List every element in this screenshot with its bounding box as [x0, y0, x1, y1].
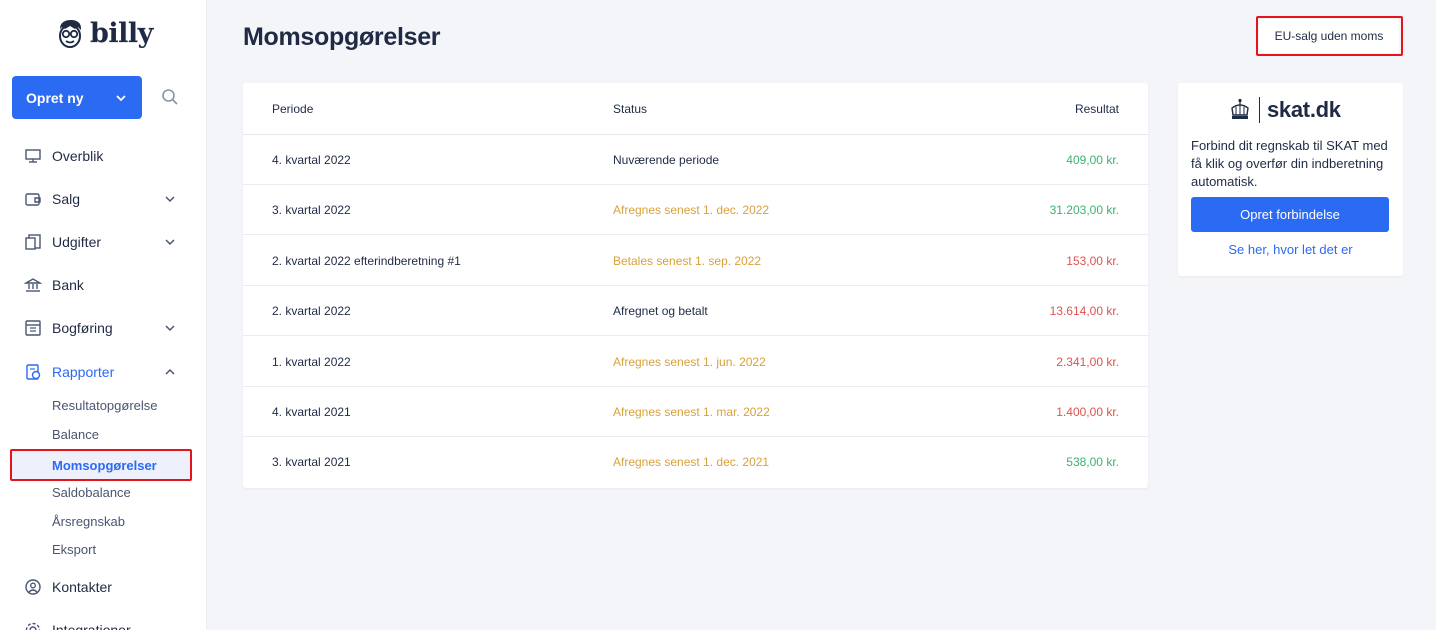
contacts-icon: [25, 578, 41, 595]
sidebar-item-bogforing[interactable]: Bogføring: [0, 306, 206, 349]
chevron-down-icon: [165, 238, 175, 245]
period-cell: 3. kvartal 2021: [272, 455, 351, 470]
table-row[interactable]: 1. kvartal 2022 Afregnes senest 1. jun. 2…: [243, 337, 1148, 387]
integrations-icon: [25, 622, 41, 630]
status-cell: Betales senest 1. sep. 2022: [613, 253, 762, 268]
period-cell: 2. kvartal 2022 efterindberetning #1: [272, 253, 461, 268]
sidebar-item-label: Rapporter: [52, 363, 115, 380]
result-cell: 538,00 kr.: [1066, 455, 1119, 470]
skat-logo-text: skat.dk: [1267, 97, 1341, 122]
sub-item-balance[interactable]: Balance: [52, 425, 99, 445]
sidebar-item-rapporter[interactable]: Rapporter: [0, 350, 206, 393]
status-cell: Afregnet og betalt: [613, 304, 708, 319]
result-cell: 31.203,00 kr.: [1049, 203, 1119, 218]
sidebar-item-kontakter[interactable]: Kontakter: [0, 565, 206, 608]
sidebar: billy Opret ny Overblik Salg Udgifter Ba…: [0, 0, 207, 630]
search-icon[interactable]: [160, 87, 180, 107]
table-header: Periode Status Resultat: [243, 83, 1148, 135]
sub-item-momsopgorelser[interactable]: Momsopgørelser: [12, 451, 190, 480]
sidebar-item-label: Bogføring: [52, 319, 113, 336]
sidebar-item-label: Integrationer: [52, 621, 131, 630]
billy-logo[interactable]: billy: [56, 18, 153, 49]
status-cell: Afregnes senest 1. mar. 2022: [613, 405, 770, 419]
sidebar-item-salg[interactable]: Salg: [0, 177, 206, 220]
table-row[interactable]: 4. kvartal 2021 Afregnes senest 1. mar. 2…: [243, 387, 1148, 437]
table-row[interactable]: 4. kvartal 2022 Nuværende periode 409,00 k…: [243, 135, 1148, 185]
table-row[interactable]: 2. kvartal 2022 efterindberetning #1 Beta…: [243, 236, 1148, 286]
status-cell: Afregnes senest 1. jun. 2022: [613, 354, 766, 369]
period-cell: 1. kvartal 2022: [272, 354, 351, 369]
sidebar-item-integrationer[interactable]: Integrationer: [0, 608, 206, 630]
report-icon: [26, 363, 41, 380]
status-cell: Nuværende periode: [613, 153, 720, 167]
result-cell: 2.341,00 kr.: [1056, 354, 1119, 369]
column-header-status[interactable]: Status: [613, 102, 647, 116]
crown-icon: [1231, 98, 1249, 119]
skat-integration-card: skat.dk Forbind dit regnskab til SKAT me…: [1178, 83, 1403, 276]
create-new-button[interactable]: Opret ny: [12, 76, 142, 119]
wallet-icon: [25, 192, 41, 206]
sidebar-item-overblik[interactable]: Overblik: [0, 134, 206, 177]
sub-item-arsregnskab[interactable]: Årsregnskab: [52, 512, 125, 532]
status-cell: Afregnes senest 1. dec. 2021: [613, 455, 770, 470]
sub-item-resultatopgorelse[interactable]: Resultatopgørelse: [52, 396, 158, 416]
receipt-icon: [25, 233, 41, 250]
logo-divider: [1259, 97, 1260, 123]
chevron-up-icon: [165, 368, 175, 375]
chevron-down-icon: [165, 324, 175, 331]
chevron-down-icon: [165, 195, 175, 202]
vat-returns-table: Periode Status Resultat 4. kvartal 2022 N…: [243, 83, 1148, 488]
status-cell: Afregnes senest 1. dec. 2022: [613, 203, 770, 218]
sidebar-item-udgifter[interactable]: Udgifter: [0, 220, 206, 263]
period-cell: 2. kvartal 2022: [272, 304, 351, 319]
table-row[interactable]: 3. kvartal 2022 Afregnes senest 1. dec. 2…: [243, 185, 1148, 236]
period-cell: 3. kvartal 2022: [272, 203, 351, 218]
sub-item-saldobalance[interactable]: Saldobalance: [52, 483, 131, 503]
skat-logo: skat.dk: [1229, 97, 1341, 123]
sidebar-item-label: Kontakter: [52, 578, 112, 595]
connect-button[interactable]: Opret forbindelse: [1191, 197, 1389, 232]
period-cell: 4. kvartal 2021: [272, 405, 351, 419]
column-header-period[interactable]: Periode: [272, 102, 313, 116]
page-title: Momsopgørelser: [243, 23, 441, 51]
result-cell: 1.400,00 kr.: [1056, 405, 1119, 419]
sidebar-item-label: Overblik: [52, 147, 104, 164]
skat-description: Forbind dit regnskab til SKAT med få kli…: [1191, 138, 1388, 189]
chevron-down-icon: [116, 94, 126, 101]
table-row[interactable]: 2. kvartal 2022 Afregnet og betalt 13.614,…: [243, 286, 1148, 337]
how-it-works-link[interactable]: Se her, hvor let det er: [1178, 242, 1403, 257]
sidebar-item-label: Bank: [52, 276, 84, 293]
period-cell: 4. kvartal 2022: [272, 153, 351, 167]
result-cell: 409,00 kr.: [1066, 153, 1119, 167]
column-header-result[interactable]: Resultat: [1075, 102, 1119, 116]
create-new-label: Opret ny: [26, 89, 84, 106]
billy-face-icon: [59, 19, 81, 48]
dashboard-icon: [25, 148, 41, 163]
sidebar-item-bank[interactable]: Bank: [0, 263, 206, 306]
ledger-icon: [25, 319, 41, 336]
sidebar-item-label: Udgifter: [52, 233, 102, 250]
bank-icon: [24, 277, 42, 292]
sidebar-item-label: Salg: [52, 190, 81, 207]
sub-item-eksport[interactable]: Eksport: [52, 540, 96, 560]
logo-text: billy: [90, 18, 153, 49]
eu-sales-button[interactable]: EU-salg uden moms: [1259, 19, 1399, 53]
table-row[interactable]: 3. kvartal 2021 Afregnes senest 1. dec. 2…: [243, 437, 1148, 487]
result-cell: 13.614,00 kr.: [1049, 304, 1119, 319]
result-cell: 153,00 kr.: [1066, 253, 1119, 268]
